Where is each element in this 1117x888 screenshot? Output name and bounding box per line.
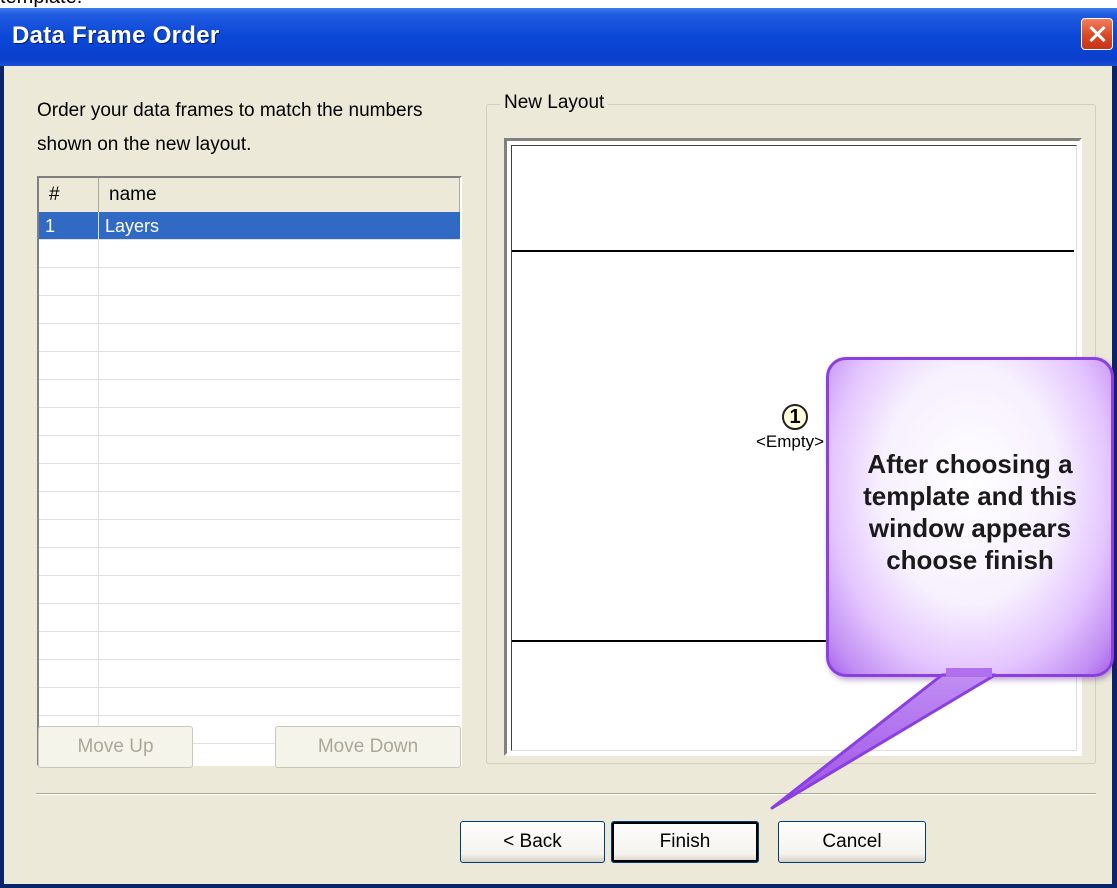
annotation-text: After choosing a template and this windo…: [863, 449, 1077, 575]
list-row[interactable]: [39, 240, 460, 268]
list-row[interactable]: [39, 604, 460, 632]
row-name: [99, 324, 105, 352]
frame-number-badge: 1: [782, 404, 808, 430]
background-page-text: template.: [0, 0, 1117, 8]
row-number: [39, 436, 99, 464]
row-number: [39, 688, 99, 716]
list-row[interactable]: [39, 324, 460, 352]
instruction-text: Order your data frames to match the numb…: [37, 100, 423, 155]
move-down-button[interactable]: Move Down: [275, 726, 461, 768]
list-row[interactable]: [39, 380, 460, 408]
list-row[interactable]: 1 Layers: [39, 212, 460, 240]
preview-guide-top: [512, 250, 1074, 252]
frame-empty-label: <Empty>: [756, 432, 825, 451]
cancel-button[interactable]: Cancel: [778, 821, 926, 863]
new-layout-label: New Layout: [500, 92, 609, 114]
row-number: [39, 576, 99, 604]
title-bar[interactable]: Data Frame Order: [0, 8, 1117, 66]
finish-button[interactable]: Finish: [611, 821, 759, 863]
row-name: [99, 352, 105, 380]
row-number: [39, 408, 99, 436]
list-row[interactable]: [39, 268, 460, 296]
list-row[interactable]: [39, 660, 460, 688]
list-row[interactable]: [39, 548, 460, 576]
row-name: [99, 632, 105, 660]
row-number: [39, 240, 99, 268]
list-row[interactable]: [39, 632, 460, 660]
row-number: [39, 352, 99, 380]
row-number: [39, 380, 99, 408]
row-number: [39, 520, 99, 548]
back-button[interactable]: < Back: [460, 821, 605, 863]
row-number: [39, 492, 99, 520]
list-row[interactable]: [39, 436, 460, 464]
list-row[interactable]: [39, 408, 460, 436]
row-name: [99, 688, 105, 716]
row-name: [99, 464, 105, 492]
row-name: [99, 408, 105, 436]
list-row[interactable]: [39, 520, 460, 548]
list-header: # name: [39, 178, 460, 213]
row-number: 1: [39, 212, 99, 240]
window-title: Data Frame Order: [12, 22, 220, 49]
row-name: [99, 576, 105, 604]
row-name: [99, 268, 105, 296]
column-header-name[interactable]: name: [99, 178, 460, 212]
row-name: [99, 240, 105, 268]
close-icon[interactable]: [1081, 18, 1113, 50]
list-body: 1 Layers: [39, 212, 460, 764]
list-row[interactable]: [39, 352, 460, 380]
button-separator: [36, 793, 1096, 795]
row-name: [99, 296, 105, 324]
row-number: [39, 660, 99, 688]
row-name: [99, 548, 105, 576]
move-up-button[interactable]: Move Up: [38, 726, 193, 768]
list-row[interactable]: [39, 464, 460, 492]
row-name: [99, 492, 105, 520]
row-number: [39, 268, 99, 296]
column-header-number[interactable]: #: [39, 178, 99, 212]
list-row[interactable]: [39, 296, 460, 324]
row-number: [39, 548, 99, 576]
list-row[interactable]: [39, 492, 460, 520]
data-frame-list[interactable]: # name 1 Layers: [37, 176, 462, 766]
list-row[interactable]: [39, 576, 460, 604]
row-name: [99, 520, 105, 548]
row-name: [99, 604, 105, 632]
row-number: [39, 632, 99, 660]
row-number: [39, 464, 99, 492]
row-number: [39, 604, 99, 632]
row-name: [99, 380, 105, 408]
row-name: Layers: [105, 216, 160, 236]
row-number: [39, 324, 99, 352]
list-row[interactable]: [39, 688, 460, 716]
row-number: [39, 296, 99, 324]
row-name: [99, 436, 105, 464]
row-name: [99, 660, 105, 688]
